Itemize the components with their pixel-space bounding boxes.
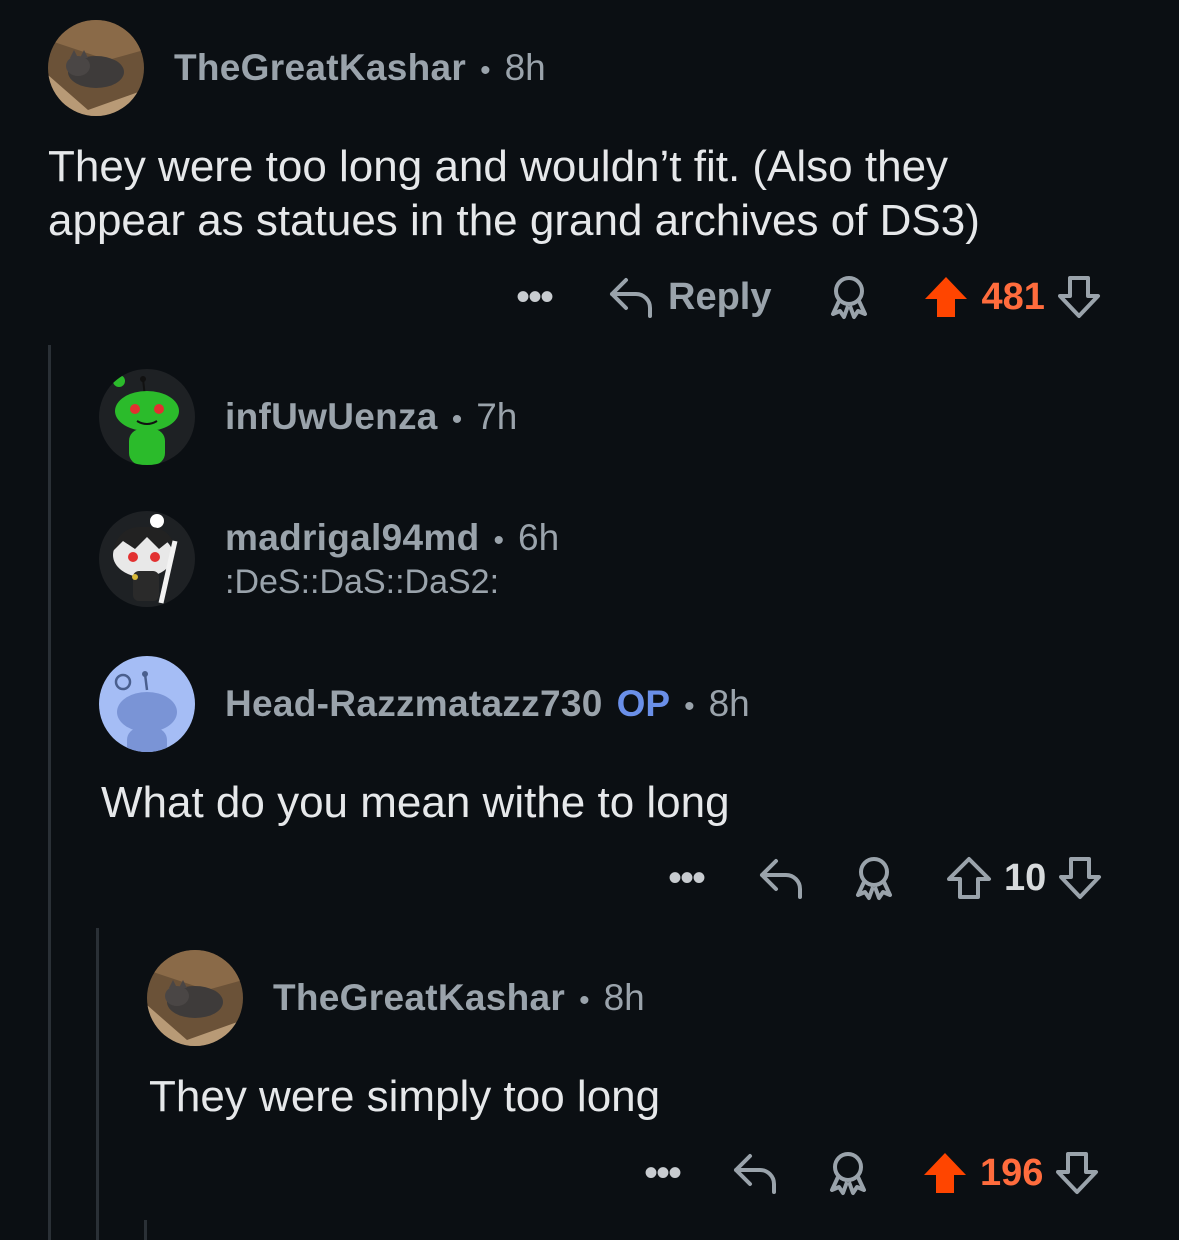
upvote-button[interactable] [923, 275, 969, 319]
comment-time: 8h [504, 47, 546, 88]
anime-snoo-avatar-icon [99, 511, 195, 607]
award-icon [856, 857, 892, 900]
comment-meta: Head-Razzmatazz730 OP • 8h [225, 683, 750, 725]
vote-score: 10 [1004, 856, 1047, 899]
vote-score: 196 [980, 1151, 1044, 1194]
vote-score: 481 [981, 275, 1045, 318]
user-avatar[interactable] [99, 369, 195, 465]
thread-line-level-1[interactable] [48, 345, 51, 1240]
username[interactable]: madrigal94md [225, 517, 479, 559]
award-button[interactable] [827, 274, 871, 320]
more-options-button[interactable]: ••• [512, 277, 556, 317]
comment-meta: madrigal94md • 6h :DeS::DaS::DaS2: [225, 517, 559, 602]
username[interactable]: infUwUenza [225, 396, 438, 438]
comment-time: 8h [708, 683, 750, 724]
meta-separator: • [480, 54, 491, 87]
comment-header: Head-Razzmatazz730 OP • 8h [99, 656, 750, 752]
comment-header: madrigal94md • 6h :DeS::DaS::DaS2: [99, 511, 559, 607]
comment-body: What do you mean withe to long [101, 778, 730, 827]
comment-actions: ••• 10 [664, 850, 1102, 906]
comment-actions: ••• Reply 481 [512, 269, 1101, 325]
downvote-button[interactable] [1057, 275, 1101, 319]
reply-button[interactable] [732, 1152, 778, 1194]
meta-separator: • [451, 403, 463, 436]
comment-meta: TheGreatKashar • 8h [174, 47, 546, 89]
meta-separator: • [579, 984, 590, 1017]
user-flair: :DeS::DaS::DaS2: [225, 562, 500, 601]
thread-line-level-3[interactable] [144, 1220, 147, 1240]
username[interactable]: TheGreatKashar [174, 47, 466, 89]
upvote-filled-icon [924, 1153, 966, 1193]
downvote-icon [1057, 276, 1100, 318]
comment-meta: TheGreatKashar • 8h [273, 977, 645, 1019]
meta-separator: • [493, 523, 504, 557]
upvote-button[interactable] [922, 1151, 968, 1195]
reply-icon [760, 859, 802, 899]
award-button[interactable] [826, 1150, 870, 1196]
comment-meta: infUwUenza • 7h [225, 396, 517, 438]
green-snoo-avatar-icon [99, 369, 195, 465]
user-avatar[interactable] [48, 20, 144, 116]
username[interactable]: Head-Razzmatazz730 [225, 683, 603, 725]
thread-line-level-2[interactable] [96, 928, 99, 1240]
op-badge: OP [616, 683, 671, 724]
award-icon [830, 1152, 866, 1195]
downvote-icon [1056, 1152, 1099, 1194]
user-avatar[interactable] [99, 656, 195, 752]
comment-body: They were too long and wouldn’t fit. (Al… [48, 140, 980, 248]
comment-body-line: appear as statues in the grand archives … [48, 196, 980, 245]
comment-time: 8h [603, 977, 645, 1018]
downvote-icon [1059, 857, 1102, 899]
default-blue-snoo-avatar-icon [99, 656, 195, 752]
upvote-button[interactable] [946, 856, 992, 900]
reply-icon [734, 1154, 776, 1194]
cat-in-box-avatar-icon [147, 950, 243, 1046]
reply-button[interactable] [758, 857, 804, 899]
reply-icon [610, 278, 652, 318]
username[interactable]: TheGreatKashar [273, 977, 565, 1019]
comment-header: infUwUenza • 7h [99, 369, 517, 465]
meta-separator: • [684, 690, 695, 723]
downvote-button[interactable] [1058, 856, 1102, 900]
cat-in-box-avatar-icon [48, 20, 144, 116]
award-button[interactable] [852, 855, 896, 901]
comment-body-line: They were too long and wouldn’t fit. (Al… [48, 142, 949, 191]
comment-actions: ••• 196 [640, 1145, 1099, 1201]
comment-header: TheGreatKashar • 8h [147, 950, 645, 1046]
award-icon [831, 276, 868, 319]
reply-label: Reply [668, 275, 772, 318]
more-options-button[interactable]: ••• [664, 858, 708, 898]
comment-time: 7h [476, 396, 518, 437]
reply-button[interactable]: Reply [608, 276, 771, 319]
downvote-button[interactable] [1055, 1151, 1099, 1195]
comment-body: They were simply too long [149, 1072, 661, 1121]
comment-header: TheGreatKashar • 8h [48, 20, 546, 116]
upvote-icon [947, 857, 991, 899]
upvote-filled-icon [925, 277, 968, 317]
more-options-button[interactable]: ••• [640, 1153, 684, 1193]
comment-time: 6h [518, 516, 560, 558]
user-avatar[interactable] [147, 950, 243, 1046]
user-avatar[interactable] [99, 511, 195, 607]
